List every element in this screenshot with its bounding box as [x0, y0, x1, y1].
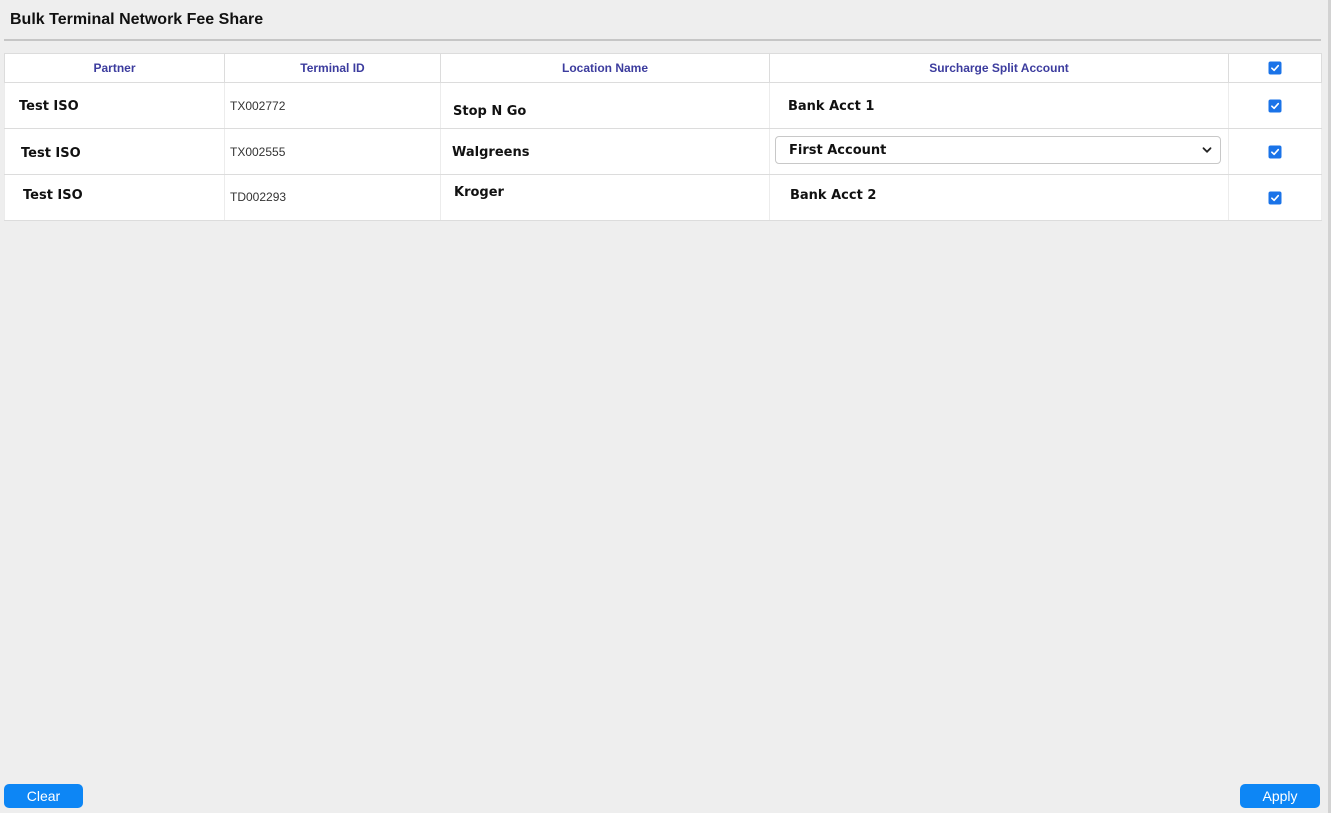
location-name: Kroger	[454, 185, 504, 200]
row-checkbox[interactable]	[1268, 191, 1282, 204]
chevron-down-icon	[1202, 147, 1212, 153]
title-divider	[4, 39, 1321, 41]
terminal-id: TX002555	[230, 145, 286, 159]
cell-partner: Test ISO	[4, 82, 225, 129]
checkbox-checked-icon	[1271, 102, 1280, 109]
page-title: Bulk Terminal Network Fee Share	[10, 11, 264, 28]
select-all-checkbox[interactable]	[1268, 61, 1282, 75]
row-checkbox[interactable]	[1268, 99, 1282, 112]
cell-select	[1228, 174, 1322, 221]
cell-location-name: Kroger	[440, 174, 770, 221]
row-checkbox[interactable]	[1268, 145, 1282, 158]
terminal-id: TD002293	[230, 190, 287, 204]
terminal-table: Partner Terminal ID Location Name Surcha…	[4, 53, 1322, 221]
checkbox-checked-icon	[1271, 148, 1280, 155]
partner-name: Test ISO	[23, 188, 83, 203]
cell-surcharge-account: Bank Acct 2	[769, 174, 1229, 221]
cell-terminal-id: TX002555	[224, 128, 441, 175]
clear-button[interactable]: Clear	[4, 784, 83, 808]
cell-terminal-id: TX002772	[224, 82, 441, 129]
table-row[interactable]: Test ISO TX002772 Stop N Go Bank Acct 1	[4, 82, 1322, 129]
cell-location-name: Walgreens	[440, 128, 770, 175]
surcharge-account-select[interactable]: First Account	[775, 136, 1221, 164]
column-header-select-all	[1228, 53, 1322, 83]
cell-select	[1228, 128, 1322, 175]
apply-button[interactable]: Apply	[1240, 784, 1320, 808]
cell-location-name: Stop N Go	[440, 82, 770, 129]
table-row[interactable]: Test ISO TX002555 Walgreens First Accoun…	[4, 128, 1322, 175]
table-row[interactable]: Test ISO TD002293 Kroger Bank Acct 2	[4, 174, 1322, 221]
cell-surcharge-account: Bank Acct 1	[769, 82, 1229, 129]
location-name: Walgreens	[452, 145, 530, 160]
cell-terminal-id: TD002293	[224, 174, 441, 221]
select-value: First Account	[789, 143, 887, 158]
column-header-location-name[interactable]: Location Name	[440, 53, 770, 83]
table-header-row: Partner Terminal ID Location Name Surcha…	[4, 53, 1322, 83]
column-header-partner[interactable]: Partner	[4, 53, 225, 83]
surcharge-account: Bank Acct 1	[788, 99, 875, 114]
cell-partner: Test ISO	[4, 128, 225, 175]
checkbox-checked-icon	[1271, 64, 1280, 72]
partner-name: Test ISO	[19, 99, 79, 114]
partner-name: Test ISO	[21, 146, 81, 161]
column-header-surcharge-split-account[interactable]: Surcharge Split Account	[769, 53, 1229, 83]
surcharge-account: Bank Acct 2	[790, 188, 877, 203]
cell-partner: Test ISO	[4, 174, 225, 221]
column-header-terminal-id[interactable]: Terminal ID	[224, 53, 441, 83]
cell-select	[1228, 82, 1322, 129]
terminal-id: TX002772	[230, 99, 286, 113]
cell-surcharge-account: First Account	[769, 128, 1229, 175]
checkbox-checked-icon	[1271, 194, 1280, 201]
location-name: Stop N Go	[453, 104, 527, 119]
